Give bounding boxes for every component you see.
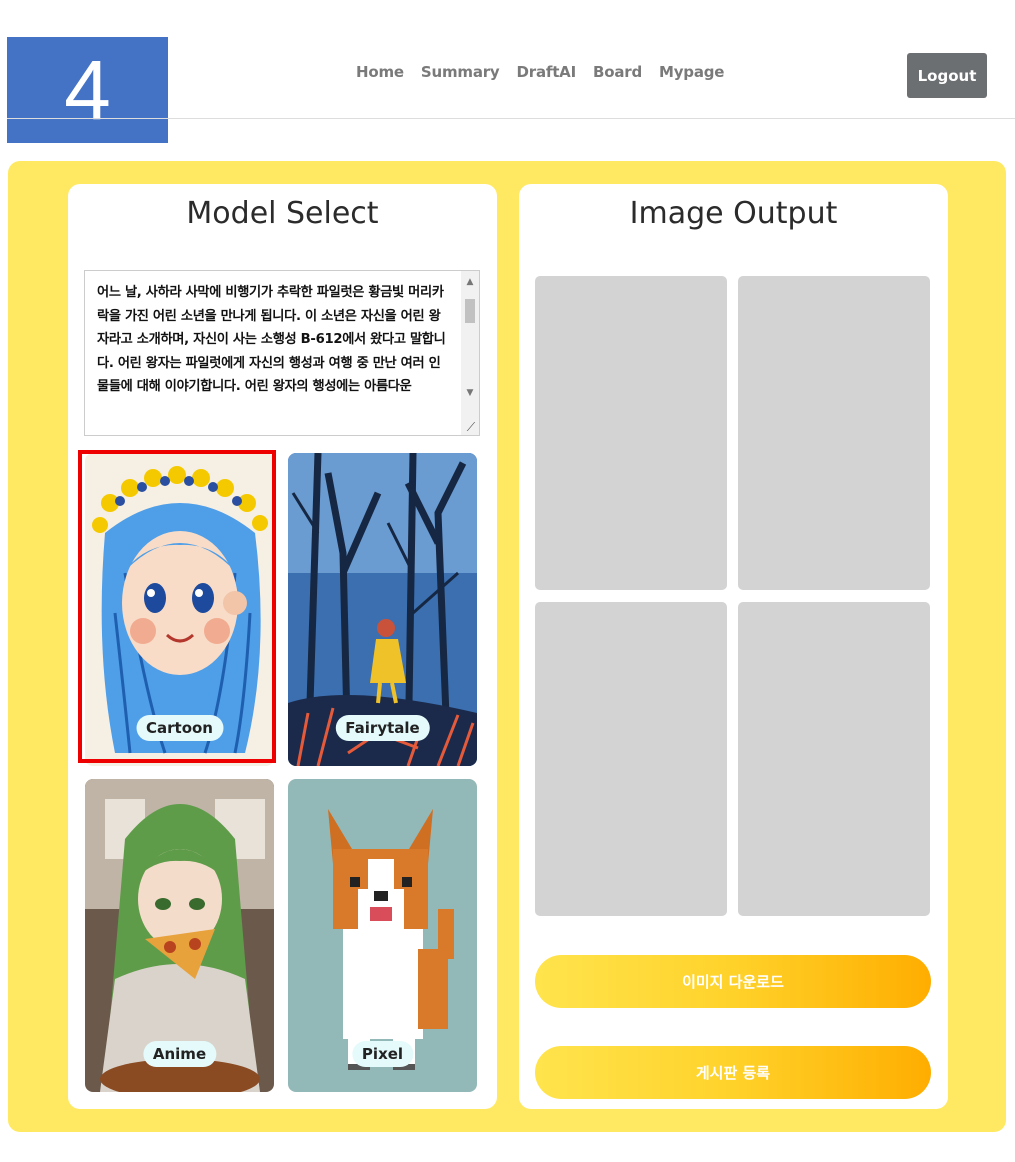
nav-board-link[interactable]: Board xyxy=(593,63,642,81)
model-tile-anime[interactable]: Anime xyxy=(85,779,274,1092)
model-label-anime: Anime xyxy=(142,1041,217,1067)
image-output-title: Image Output xyxy=(629,196,838,231)
output-image-slot xyxy=(535,602,727,916)
model-tile-pixel[interactable]: Pixel xyxy=(288,779,477,1092)
scroll-down-arrow-icon[interactable]: ▼ xyxy=(461,384,479,402)
image-download-button[interactable]: 이미지 다운로드 xyxy=(535,955,931,1008)
model-select-card: Model Select 어느 날, 사하라 사막에 비행기가 추락한 파일럿은… xyxy=(68,184,497,1109)
model-label-fairytale: Fairytale xyxy=(335,715,430,741)
nav-summary-link[interactable]: Summary xyxy=(421,63,500,81)
model-tile-fairytale[interactable]: Fairytale xyxy=(288,453,477,766)
story-scrollbar[interactable]: ▲ ▼ xyxy=(461,271,479,435)
model-label-pixel: Pixel xyxy=(351,1041,414,1067)
nav-home-link[interactable]: Home xyxy=(356,63,404,81)
main-panel: Model Select 어느 날, 사하라 사막에 비행기가 추락한 파일럿은… xyxy=(8,161,1006,1132)
logout-button[interactable]: Logout xyxy=(907,53,987,98)
image-output-card: Image Output 이미지 다운로드 게시판 등록 xyxy=(519,184,948,1109)
top-nav: Home Summary DraftAI Board Mypage xyxy=(356,63,724,81)
step-number-badge: 4 xyxy=(7,37,168,143)
nav-draftai-link[interactable]: DraftAI xyxy=(517,63,577,81)
output-image-slot xyxy=(535,276,727,590)
scroll-up-arrow-icon[interactable]: ▲ xyxy=(461,273,479,291)
model-select-title: Model Select xyxy=(186,196,379,231)
resize-grip-icon[interactable]: ⟋ xyxy=(464,420,478,434)
model-label-cartoon: Cartoon xyxy=(136,715,223,741)
output-image-slot xyxy=(738,276,930,590)
output-image-slot xyxy=(738,602,930,916)
story-text[interactable]: 어느 날, 사하라 사막에 비행기가 추락한 파일럿은 황금빛 머리카락을 가진… xyxy=(85,271,461,435)
header-divider xyxy=(7,118,1015,119)
nav-mypage-link[interactable]: Mypage xyxy=(659,63,724,81)
model-tile-cartoon[interactable]: Cartoon xyxy=(85,453,274,766)
post-to-board-button[interactable]: 게시판 등록 xyxy=(535,1046,931,1099)
story-textarea[interactable]: 어느 날, 사하라 사막에 비행기가 추락한 파일럿은 황금빛 머리카락을 가진… xyxy=(84,270,480,436)
scroll-thumb[interactable] xyxy=(465,299,475,323)
